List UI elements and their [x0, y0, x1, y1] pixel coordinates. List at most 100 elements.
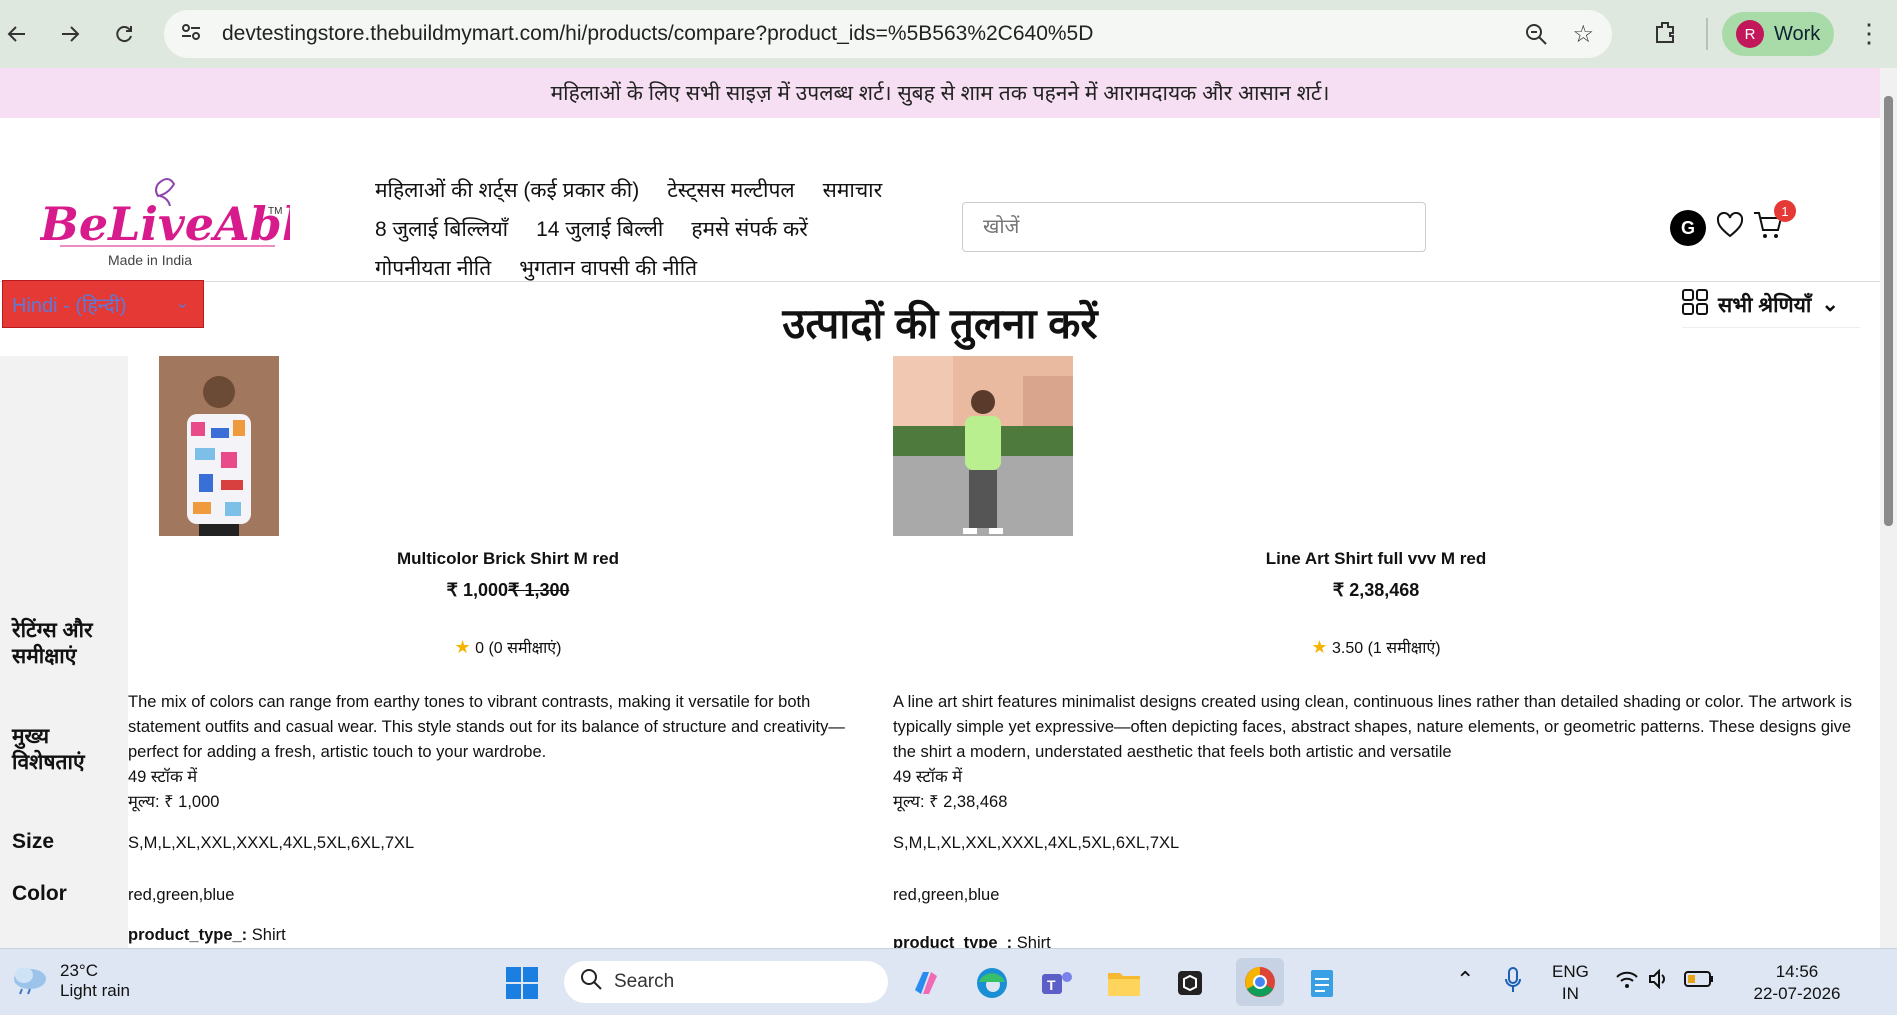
- main-nav: महिलाओं की शर्ट्स (कई प्रकार की) टेस्ट्स…: [375, 170, 935, 287]
- notepad-icon[interactable]: [1302, 963, 1342, 1003]
- windows-start-icon[interactable]: [502, 963, 542, 1003]
- cloud-rain-icon: [10, 963, 50, 1000]
- product-name-2[interactable]: Line Art Shirt full vvv M red: [996, 549, 1756, 569]
- file-explorer-icon[interactable]: [1104, 963, 1144, 1003]
- zoom-icon[interactable]: [1524, 22, 1548, 51]
- browser-toolbar: devtestingstore.thebuildmymart.com/hi/pr…: [0, 0, 1897, 68]
- language-indicator-top: ENG: [1552, 962, 1589, 981]
- taskbar-search[interactable]: Search: [564, 961, 888, 1003]
- reload-icon[interactable]: [104, 14, 144, 54]
- wifi-icon[interactable]: [1616, 971, 1638, 995]
- nav-item-womens-shirts[interactable]: महिलाओं की शर्ट्स (कई प्रकार की): [375, 176, 639, 204]
- product-features-1: The mix of colors can range from earthy …: [128, 690, 868, 815]
- product-name-1[interactable]: Multicolor Brick Shirt M red: [128, 549, 888, 569]
- product-type-label-2: product_type_:: [893, 934, 1013, 948]
- product-colors-2: red,green,blue: [893, 886, 1000, 904]
- product-price-2: ₹ 2,38,468: [996, 580, 1756, 601]
- address-bar[interactable]: devtestingstore.thebuildmymart.com/hi/pr…: [164, 10, 1612, 58]
- product-type-1: product_type_: Shirt: [128, 926, 286, 945]
- nav-item-privacy[interactable]: गोपनीयता नीति: [375, 254, 491, 282]
- product-price-line-2: मूल्य: ₹ 2,38,468: [893, 793, 1008, 811]
- product-type-2: product_type_: Shirt: [893, 934, 1051, 948]
- product-rating-text-2: 3.50 (1 समीक्षाएं): [1332, 640, 1441, 657]
- cart-count-badge: 1: [1774, 200, 1796, 222]
- product-price-1: ₹ 1,000₹ 1,300: [128, 580, 888, 601]
- product-type-value-1: Shirt: [251, 926, 286, 944]
- copilot-icon[interactable]: [906, 963, 946, 1003]
- product-stock-2: 49 स्टॉक में: [893, 768, 963, 786]
- web-page: महिलाओं के लिए सभी साइज़ में उपलब्ध शर्ट…: [0, 68, 1880, 948]
- row-label-color: Color: [12, 882, 67, 905]
- language-indicator-bottom: IN: [1561, 984, 1579, 1003]
- product-rating-1: ★ 0 (0 समीक्षाएं): [128, 636, 888, 658]
- wishlist-heart-icon[interactable]: [1716, 211, 1744, 243]
- nav-item-news[interactable]: समाचार: [823, 176, 883, 204]
- product-sizes-1: S,M,L,XL,XXL,XXXL,4XL,5XL,6XL,7XL: [128, 834, 415, 852]
- site-header: BeLiveAble TM Made in India महिलाओं की श…: [0, 118, 1880, 328]
- weather-temperature: 23°C: [60, 961, 98, 980]
- nav-item-tests-multiple[interactable]: टेस्ट्सस मल्टीपल: [667, 176, 794, 204]
- teams-icon[interactable]: T: [1037, 963, 1077, 1003]
- back-arrow-icon[interactable]: [0, 14, 37, 54]
- language-select[interactable]: Hindi - (हिन्दी) ⌄: [2, 280, 204, 328]
- clock-time: 14:56: [1775, 962, 1819, 981]
- product-sizes-2: S,M,L,XL,XXL,XXXL,4XL,5XL,6XL,7XL: [893, 834, 1180, 852]
- all-categories-button[interactable]: सभी श्रेणियाँ ⌄: [1682, 282, 1860, 328]
- url-text[interactable]: devtestingstore.thebuildmymart.com/hi/pr…: [222, 22, 1093, 46]
- product-price-current-2: ₹ 2,38,468: [1332, 580, 1420, 600]
- language-indicator[interactable]: ENG IN: [1552, 961, 1589, 1005]
- edge-browser-icon[interactable]: [972, 963, 1012, 1003]
- nav-item-july8-cats[interactable]: 8 जुलाई बिल्लियाँ: [375, 215, 508, 243]
- row-label-size: Size: [12, 830, 55, 853]
- nav-item-july14-cat[interactable]: 14 जुलाई बिल्ली: [536, 215, 663, 243]
- volume-icon[interactable]: [1648, 968, 1670, 995]
- toolbar-divider: [1706, 18, 1708, 50]
- search-icon: [580, 968, 602, 996]
- weather-condition: Light rain: [60, 981, 130, 1000]
- product-image-1[interactable]: [159, 356, 279, 541]
- chevron-down-icon: ⌄: [175, 295, 189, 312]
- nav-item-contact[interactable]: हमसे संपर्क करें: [691, 215, 808, 243]
- taskbar-search-placeholder: Search: [614, 971, 675, 992]
- forward-arrow-icon[interactable]: [50, 14, 90, 54]
- microphone-icon[interactable]: [1504, 967, 1522, 999]
- weather-widget[interactable]: 23°C Light rain: [10, 961, 130, 1001]
- product-image-2[interactable]: [893, 356, 1073, 541]
- scrollbar-thumb[interactable]: [1884, 96, 1893, 526]
- bookmark-star-icon[interactable]: ☆: [1572, 20, 1594, 49]
- product-description-1: The mix of colors can range from earthy …: [128, 693, 845, 761]
- search-input[interactable]: [962, 202, 1426, 252]
- product-colors-1: red,green,blue: [128, 886, 235, 904]
- chevron-down-icon: ⌄: [1821, 293, 1839, 316]
- product-rating-2: ★ 3.50 (1 समीक्षाएं): [996, 636, 1756, 658]
- extensions-icon[interactable]: [1652, 18, 1680, 51]
- site-settings-icon[interactable]: [180, 21, 208, 48]
- announcement-bar: महिलाओं के लिए सभी साइज़ में उपलब्ध शर्ट…: [0, 68, 1880, 118]
- app-cube-icon[interactable]: [1170, 963, 1210, 1003]
- avatar: R: [1736, 20, 1764, 48]
- nav-item-refund[interactable]: भुगतान वापसी की नीति: [519, 254, 697, 282]
- page-scrollbar[interactable]: [1880, 68, 1897, 948]
- product-description-2: A line art shirt features minimalist des…: [893, 693, 1853, 761]
- product-type-value-2: Shirt: [1016, 934, 1051, 948]
- battery-icon[interactable]: [1684, 971, 1714, 993]
- site-logo[interactable]: BeLiveAble TM Made in India: [38, 174, 329, 269]
- kebab-menu-icon[interactable]: ⋮: [1856, 18, 1882, 49]
- logo-tagline: Made in India: [108, 252, 193, 268]
- star-icon: ★: [454, 637, 471, 657]
- product-price-line-1: मूल्य: ₹ 1,000: [128, 793, 220, 811]
- tray-chevron-up-icon[interactable]: ⌃: [1456, 969, 1474, 991]
- grid-icon: [1682, 288, 1708, 321]
- profile-button[interactable]: R Work: [1722, 12, 1834, 56]
- user-account-icon[interactable]: G: [1670, 210, 1706, 246]
- star-icon: ★: [1311, 637, 1328, 657]
- product-stock-1: 49 स्टॉक में: [128, 768, 198, 786]
- chrome-icon[interactable]: [1236, 958, 1284, 1006]
- taskbar: 23°C Light rain Search T ⌃ ENG IN 14:56 …: [0, 948, 1897, 1015]
- clock[interactable]: 14:56 22-07-2026: [1742, 961, 1852, 1005]
- product-rating-text-1: 0 (0 समीक्षाएं): [475, 640, 562, 657]
- product-price-old-1: ₹ 1,300: [508, 580, 570, 600]
- categories-label: सभी श्रेणियाँ: [1718, 293, 1812, 317]
- clock-date: 22-07-2026: [1753, 984, 1841, 1003]
- svg-text:BeLiveAble: BeLiveAble: [40, 197, 290, 251]
